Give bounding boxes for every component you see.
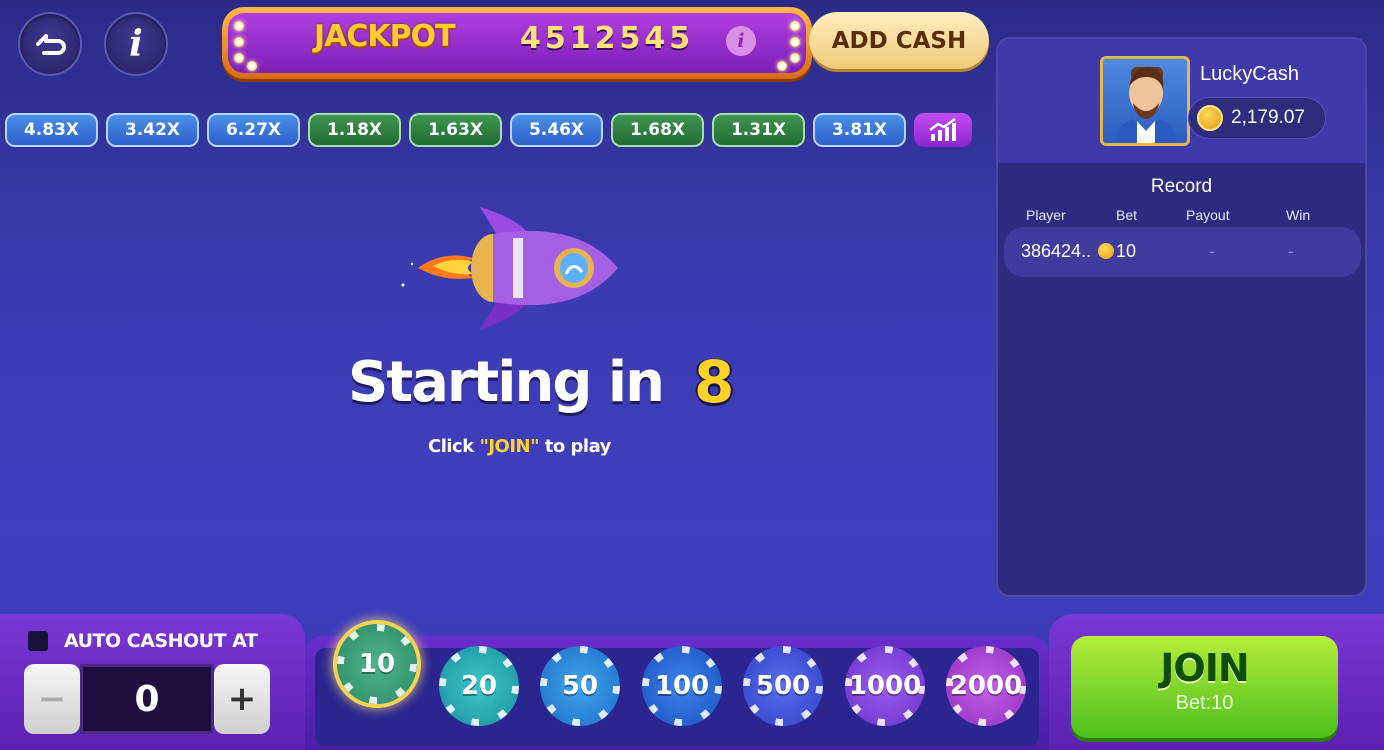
jackpot-value: 4512545 <box>520 21 695 56</box>
col-header-player: Player <box>1026 207 1066 223</box>
player-panel: LuckyCash 2,179.07 Record Player Bet Pay… <box>996 37 1367 597</box>
rocket-icon <box>401 207 618 330</box>
join-bet-label: Bet:10 <box>1175 692 1234 714</box>
table-row: 386424.. 10 - - <box>1004 227 1361 277</box>
info-icon: i <box>129 23 143 65</box>
avatar[interactable] <box>1100 56 1190 146</box>
history-chart-button[interactable] <box>914 113 972 147</box>
multiplier-badge: 1.63X <box>409 113 502 147</box>
increase-button[interactable]: + <box>214 664 270 734</box>
back-icon <box>36 34 66 55</box>
multiplier-badge: 3.42X <box>106 113 199 147</box>
jackpot-info-icon[interactable]: i <box>726 26 756 56</box>
multiplier-badge: 6.27X <box>207 113 300 147</box>
multiplier-badge: 4.83X <box>5 113 98 147</box>
col-header-payout: Payout <box>1186 207 1230 223</box>
multiplier-badge: 1.18X <box>308 113 401 147</box>
multiplier-history: 4.83X 3.42X 6.27X 1.18X 1.63X 5.46X 1.68… <box>5 113 972 147</box>
auto-cashout-label: AUTO CASHOUT AT <box>64 630 258 652</box>
join-label: JOIN <box>1160 646 1249 690</box>
chip-100[interactable]: 100 <box>642 646 722 726</box>
join-button[interactable]: JOIN Bet:10 <box>1071 636 1338 738</box>
chip-500[interactable]: 500 <box>743 646 823 726</box>
decrease-button[interactable]: − <box>24 664 80 734</box>
multiplier-badge: 1.68X <box>611 113 704 147</box>
balance-value: 2,179.07 <box>1231 107 1305 128</box>
auto-cashout-stepper: − 0 + <box>24 664 270 734</box>
chip-20[interactable]: 20 <box>439 646 519 726</box>
username: LuckyCash <box>1200 63 1299 85</box>
starting-label: Starting in <box>348 350 665 415</box>
back-button[interactable] <box>18 12 82 76</box>
jackpot-label: JACKPOT <box>314 19 456 54</box>
auto-cashout-checkbox[interactable] <box>28 631 48 651</box>
chip-1000[interactable]: 1000 <box>845 646 925 726</box>
row-win: - <box>1288 241 1294 261</box>
jackpot-banner: JACKPOT 4512545 i <box>222 7 812 79</box>
row-player: 386424.. <box>1021 241 1092 261</box>
join-panel: JOIN Bet:10 <box>1049 614 1384 750</box>
row-payout: - <box>1209 241 1215 261</box>
multiplier-badge: 1.31X <box>712 113 805 147</box>
col-header-win: Win <box>1286 207 1311 223</box>
multiplier-badge: 5.46X <box>510 113 603 147</box>
coin-icon <box>1197 105 1223 131</box>
info-button[interactable]: i <box>104 12 168 76</box>
col-header-bet: Bet <box>1116 207 1138 223</box>
add-cash-button[interactable]: ADD CASH <box>809 12 989 69</box>
chip-50[interactable]: 50 <box>540 646 620 726</box>
record-title: Record <box>1150 176 1213 197</box>
countdown-value: 8 <box>694 348 735 416</box>
multiplier-badge: 3.81X <box>813 113 906 147</box>
chip-2000[interactable]: 2000 <box>946 646 1026 726</box>
join-hint: Click "JOIN" to play <box>428 436 611 457</box>
chip-10[interactable]: 10 <box>337 624 417 704</box>
coin-icon <box>1098 243 1114 259</box>
balance-display: 2,179.07 <box>1188 97 1326 139</box>
auto-cashout-panel: AUTO CASHOUT AT − 0 + <box>0 614 305 750</box>
chart-icon <box>929 118 956 141</box>
row-bet: 10 <box>1116 241 1137 261</box>
auto-cashout-value[interactable]: 0 <box>80 664 214 734</box>
